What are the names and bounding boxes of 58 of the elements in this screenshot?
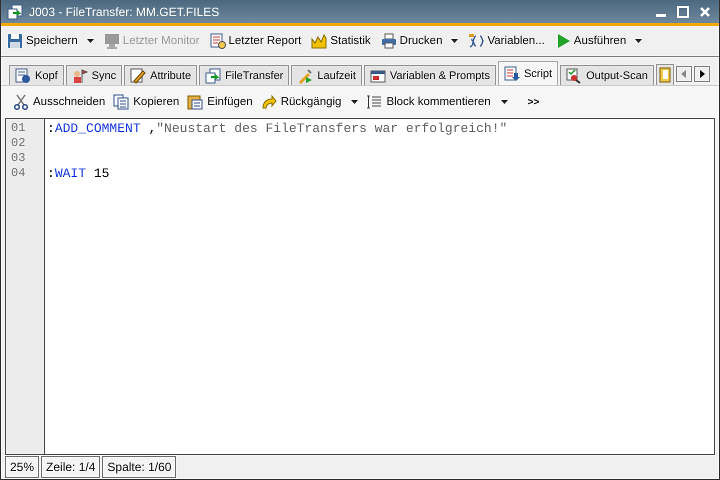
overflow-button[interactable]: >> — [528, 96, 540, 108]
tab[interactable]: Variablen & Prompts — [364, 65, 496, 85]
caret-icon[interactable] — [351, 100, 358, 104]
edit-button[interactable]: Ausschneiden — [13, 94, 106, 110]
line-number: 02 — [10, 136, 26, 151]
window-title: J003 - FileTransfer: MM.GET.FILES — [29, 4, 220, 18]
save-icon — [7, 33, 23, 49]
maximize-icon[interactable] — [675, 4, 691, 20]
line-number: 03 — [10, 151, 26, 166]
tab[interactable]: Laufzeit — [291, 65, 362, 85]
pencil-icon — [130, 68, 146, 84]
status-cell: Spalte: 1/60 — [102, 456, 176, 478]
undo-icon — [260, 94, 277, 110]
edit-button[interactable]: Einfügen — [187, 94, 253, 110]
scroll-right-button[interactable] — [694, 66, 710, 82]
file-transfer-icon — [205, 68, 222, 84]
status-cell: 25% — [5, 456, 40, 478]
file-transfer-icon — [7, 4, 23, 20]
report-icon — [210, 33, 226, 49]
toolbar-button[interactable]: Speichern — [7, 33, 94, 49]
tab[interactable]: Script — [498, 61, 558, 85]
window-icon — [370, 68, 386, 84]
tab-more[interactable] — [656, 64, 674, 85]
tab[interactable]: Attribute — [124, 65, 198, 85]
status-cell: Zeile: 1/4 — [41, 456, 100, 478]
list-icon — [366, 94, 382, 110]
edit-button[interactable]: Kopieren — [113, 94, 180, 110]
tab[interactable]: Sync — [66, 65, 122, 85]
caret-icon[interactable] — [86, 39, 94, 43]
variables-icon — [468, 33, 484, 49]
toolbar-button[interactable]: Statistik — [311, 33, 371, 49]
clipboard-icon — [187, 94, 204, 110]
toolbar-button[interactable]: Variablen... — [468, 33, 545, 49]
code-line: :WAIT 15 — [47, 166, 110, 181]
tab[interactable]: FileTransfer — [199, 65, 290, 85]
copy-icon — [113, 94, 130, 110]
edit-button[interactable]: Block kommentieren — [366, 94, 508, 110]
magnifier-icon — [566, 68, 582, 84]
document-icon — [15, 68, 31, 84]
caret-icon[interactable] — [451, 39, 458, 43]
tab[interactable]: Kopf — [9, 65, 64, 85]
script-icon — [504, 66, 520, 82]
flag-icon — [72, 68, 88, 84]
printer-icon — [380, 33, 397, 49]
chart-icon — [311, 33, 328, 49]
caret-icon[interactable] — [635, 39, 642, 43]
toolbar-button[interactable]: Drucken — [380, 33, 458, 49]
toolbar-button[interactable]: Ausführen — [554, 33, 642, 49]
tab[interactable]: Output-Scan — [560, 65, 654, 85]
scissors-icon — [13, 94, 29, 110]
toolbar-button[interactable]: Letzter Report — [210, 33, 302, 49]
code-line: :ADD_COMMENT ,"Neustart des FileTransfers war erfolgreich!" — [47, 121, 508, 136]
book-icon — [656, 67, 673, 83]
edit-button[interactable]: Rückgängig — [260, 94, 358, 110]
line-number: 01 — [10, 121, 26, 136]
monitor-icon — [104, 33, 120, 49]
caret-icon[interactable] — [500, 100, 508, 104]
line-number: 04 — [10, 166, 26, 181]
